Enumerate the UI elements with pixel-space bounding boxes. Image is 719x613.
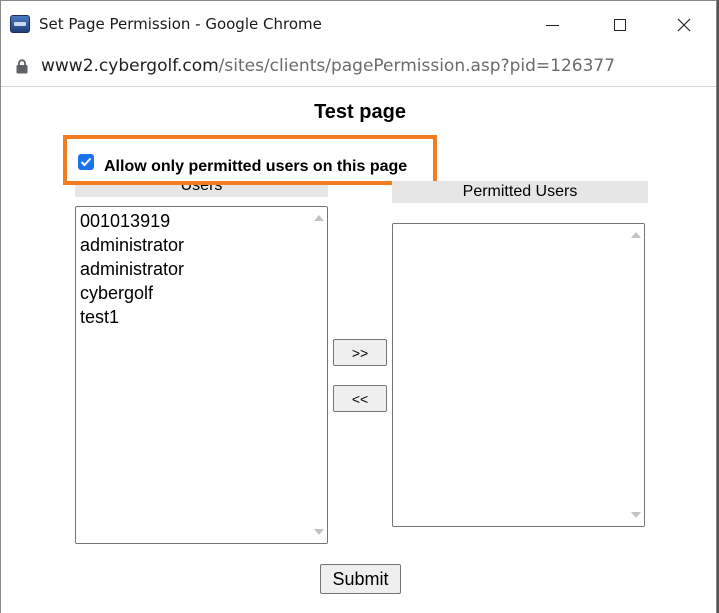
url-host: www2.cybergolf.com <box>41 56 219 76</box>
title-bar: Set Page Permission - Google Chrome <box>1 1 716 47</box>
url-text[interactable]: www2.cybergolf.com/sites/clients/pagePer… <box>41 56 615 76</box>
checkmark-icon <box>80 157 92 167</box>
users-header-label: Users <box>180 184 223 194</box>
minimize-icon <box>545 24 559 26</box>
submit-button[interactable]: Submit <box>320 564 401 594</box>
user-option[interactable]: 001013919 <box>80 209 184 233</box>
remove-user-button[interactable]: << <box>333 385 387 412</box>
scroll-up-arrow-icon[interactable] <box>314 215 324 221</box>
close-icon <box>677 18 691 32</box>
scroll-up-arrow-icon[interactable] <box>631 232 641 238</box>
window-title: Set Page Permission - Google Chrome <box>39 15 322 33</box>
permitted-users-listbox[interactable] <box>392 223 645 527</box>
scroll-down-arrow-icon[interactable] <box>314 529 324 535</box>
page-content: Test page Users Allow only permitted use… <box>1 87 716 613</box>
permitted-users-scrollbar[interactable] <box>627 224 644 526</box>
users-options: 001013919 administrator administrator cyber… <box>80 209 184 329</box>
user-option[interactable]: administrator <box>80 233 184 257</box>
address-bar[interactable]: www2.cybergolf.com/sites/clients/pagePer… <box>1 47 716 87</box>
url-path: /sites/clients/pagePermission.asp?pid=12… <box>218 56 616 76</box>
maximize-button[interactable] <box>597 9 643 41</box>
maximize-icon <box>614 19 626 31</box>
close-button[interactable] <box>661 9 707 41</box>
lock-icon <box>16 59 28 74</box>
page-title: Test page <box>314 101 406 123</box>
user-option[interactable]: administrator <box>80 257 184 281</box>
permitted-users-header: Permitted Users <box>392 181 648 203</box>
users-header: Users <box>75 184 328 197</box>
users-listbox[interactable]: 001013919 administrator administrator cyber… <box>75 206 328 544</box>
user-option[interactable]: cybergolf <box>80 281 184 305</box>
permission-checkbox-label[interactable]: Allow only permitted users on this page <box>104 158 407 176</box>
permission-checkbox[interactable] <box>78 154 94 170</box>
app-icon <box>10 15 30 33</box>
scroll-down-arrow-icon[interactable] <box>631 512 641 518</box>
add-user-button[interactable]: >> <box>333 339 387 366</box>
users-scrollbar[interactable] <box>310 207 327 543</box>
minimize-button[interactable] <box>529 9 575 41</box>
browser-window: Set Page Permission - Google Chrome www2… <box>0 0 717 613</box>
user-option[interactable]: test1 <box>80 305 184 329</box>
